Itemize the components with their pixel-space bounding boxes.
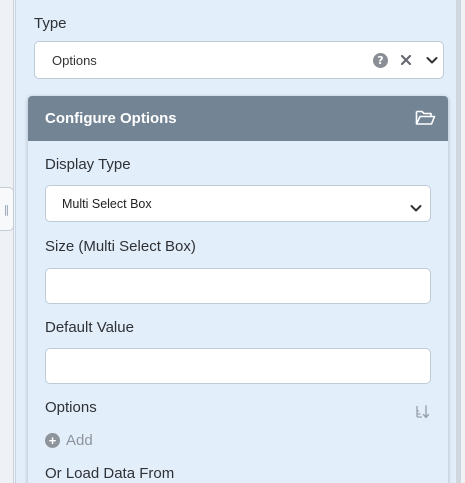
- type-select-value: Options: [52, 53, 97, 68]
- sort-icon[interactable]: [415, 404, 430, 423]
- resize-handle[interactable]: ‖: [0, 187, 14, 231]
- configure-options-card: Configure Options Display Type Multi Sel…: [28, 96, 448, 483]
- load-data-from-label: Or Load Data From: [45, 465, 175, 482]
- folder-open-icon[interactable]: [415, 109, 436, 130]
- configure-options-body: Display Type Multi Select Box Size (Mult…: [28, 141, 448, 483]
- display-type-select[interactable]: Multi Select Box: [45, 185, 431, 222]
- help-icon[interactable]: ?: [373, 52, 388, 68]
- configure-options-title: Configure Options: [45, 110, 177, 127]
- size-input[interactable]: [45, 268, 431, 304]
- default-value-input[interactable]: [45, 348, 431, 384]
- chevron-down-icon: [410, 198, 422, 217]
- grip-icon: ‖: [3, 202, 10, 216]
- clear-icon[interactable]: [400, 52, 412, 68]
- configure-options-header[interactable]: Configure Options: [28, 96, 448, 141]
- display-type-value: Multi Select Box: [62, 197, 152, 211]
- field-settings-panel: Type Options ? Configure Options Display…: [15, 0, 461, 483]
- plus-circle-icon: +: [45, 432, 60, 448]
- left-rail: [0, 0, 14, 483]
- display-type-label: Display Type: [45, 156, 131, 173]
- add-option-button[interactable]: + Add: [45, 431, 93, 449]
- add-option-label: Add: [66, 431, 93, 449]
- type-label: Type: [34, 15, 67, 32]
- chevron-down-icon[interactable]: [426, 52, 438, 68]
- options-label: Options: [45, 399, 97, 416]
- type-select[interactable]: Options ?: [34, 41, 444, 79]
- size-label: Size (Multi Select Box): [45, 238, 196, 255]
- default-value-label: Default Value: [45, 319, 134, 336]
- panel-scrollbar[interactable]: [456, 0, 460, 483]
